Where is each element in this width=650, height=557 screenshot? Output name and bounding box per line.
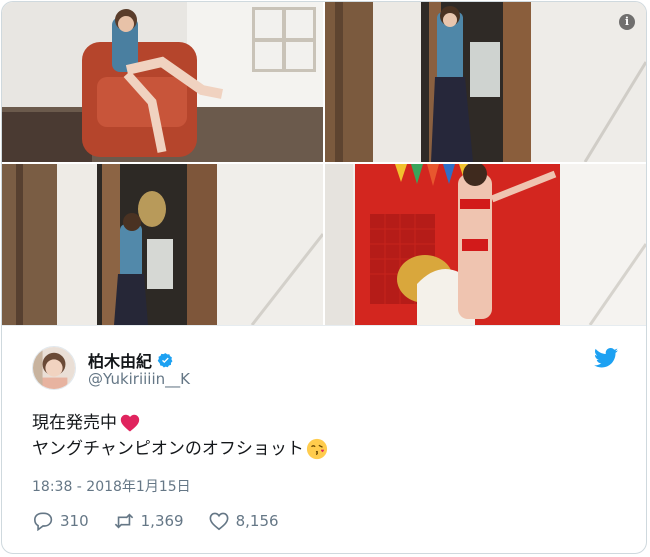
- like-count: 8,156: [235, 512, 279, 530]
- red-heart-emoji: [120, 414, 140, 432]
- heart-icon: [209, 512, 229, 531]
- author-handle[interactable]: @Yukiriiiin__K: [88, 370, 190, 388]
- avatar[interactable]: [32, 346, 76, 390]
- tweet-actions: 310 1,369 8,156: [32, 511, 303, 531]
- photo-4[interactable]: [325, 164, 646, 325]
- photo-1[interactable]: [2, 2, 323, 162]
- verified-badge-icon: [157, 352, 173, 367]
- author-name-row: 柏木由紀: [88, 348, 174, 372]
- embedded-tweet-card[interactable]: i 柏木由紀 @Yukiriiiin__K 現在発売中 ヤングチャンピオンのオフ…: [1, 1, 647, 554]
- retweet-button[interactable]: 1,369: [113, 511, 184, 531]
- tweet-text-line-1: 現在発売中: [32, 413, 117, 433]
- like-button[interactable]: 8,156: [208, 511, 279, 531]
- tweet-body: 柏木由紀 @Yukiriiiin__K 現在発売中 ヤングチャンピオンのオフショ…: [2, 325, 646, 553]
- tweet-text-line-2: ヤングチャンピオンのオフショット: [32, 439, 304, 459]
- reply-button[interactable]: 310: [32, 511, 89, 531]
- twitter-bird-icon[interactable]: [594, 348, 618, 368]
- timestamp[interactable]: 18:38 - 2018年1月15日: [32, 476, 191, 496]
- reply-icon: [33, 512, 53, 531]
- info-icon[interactable]: i: [619, 14, 635, 30]
- photo-grid: i: [2, 2, 646, 325]
- display-name[interactable]: 柏木由紀: [88, 348, 152, 372]
- retweet-count: 1,369: [140, 512, 184, 530]
- photo-2[interactable]: [325, 2, 646, 162]
- reply-count: 310: [60, 512, 89, 530]
- photo-3[interactable]: [2, 164, 323, 325]
- tweet-text: 現在発売中 ヤングチャンピオンのオフショット: [32, 410, 328, 462]
- retweet-icon: [114, 513, 133, 529]
- kissing-face-emoji: [306, 438, 327, 460]
